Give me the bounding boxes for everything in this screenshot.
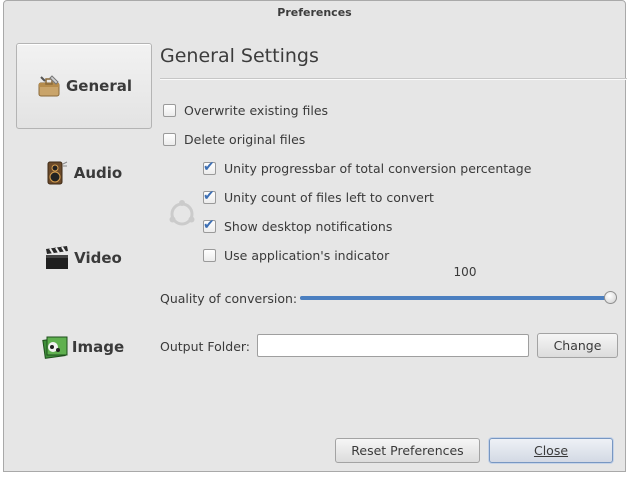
option-label: Unity progressbar of total conversion pe…	[224, 161, 532, 176]
option-label: Show desktop notifications	[224, 219, 393, 234]
quality-slider[interactable]	[300, 291, 617, 305]
sidebar-item-image[interactable]: Image	[16, 325, 150, 369]
checkbox[interactable]	[203, 249, 216, 262]
checkmark-icon: ✔	[203, 159, 215, 175]
option-desktop-notifications[interactable]: ✔ Show desktop notifications	[203, 217, 393, 234]
sidebar-item-label: Image	[71, 338, 125, 356]
preferences-window: Preferences General Audio Video Image Ge…	[3, 0, 627, 472]
picture-icon	[42, 334, 68, 360]
option-delete-original[interactable]: Delete original files	[163, 132, 305, 147]
option-app-indicator[interactable]: Use application's indicator	[203, 248, 389, 263]
option-label: Overwrite existing files	[184, 103, 329, 118]
checkbox[interactable]: ✔	[203, 159, 216, 175]
checkbox[interactable]	[163, 133, 176, 146]
heading-divider	[160, 78, 627, 80]
clapperboard-icon	[44, 245, 70, 271]
sidebar: General Audio Video Image	[16, 43, 152, 403]
checkmark-icon: ✔	[203, 217, 215, 233]
quality-value: 100	[453, 265, 477, 279]
option-label: Use application's indicator	[224, 248, 390, 263]
quality-label: Quality of conversion:	[160, 291, 298, 306]
sidebar-item-video[interactable]: Video	[16, 236, 150, 280]
slider-fill	[300, 296, 611, 300]
sidebar-item-general[interactable]: General	[16, 43, 152, 129]
checkbox[interactable]: ✔	[203, 188, 216, 204]
sidebar-item-label: Video	[74, 249, 122, 267]
output-folder-input[interactable]	[257, 334, 529, 357]
close-button[interactable]: Close	[489, 438, 613, 463]
checkbox[interactable]	[163, 104, 176, 117]
toolbox-icon	[36, 73, 62, 99]
sidebar-item-audio[interactable]: Audio	[16, 151, 150, 195]
reset-preferences-button[interactable]: Reset Preferences	[335, 438, 480, 463]
option-unity-count[interactable]: ✔ Unity count of files left to convert	[203, 188, 434, 205]
option-overwrite-existing[interactable]: Overwrite existing files	[163, 103, 328, 118]
close-button-label: Close	[533, 443, 569, 458]
sidebar-item-label: General	[66, 77, 132, 95]
window-title: Preferences	[277, 6, 352, 19]
speaker-icon	[44, 160, 70, 186]
option-unity-progressbar[interactable]: ✔ Unity progressbar of total conversion …	[203, 159, 532, 176]
checkbox[interactable]: ✔	[203, 217, 216, 233]
ubuntu-logo-icon	[167, 199, 197, 229]
change-button[interactable]: Change	[537, 333, 618, 358]
checkmark-icon: ✔	[203, 188, 215, 204]
option-label: Delete original files	[184, 132, 306, 147]
sidebar-item-label: Audio	[73, 164, 123, 182]
option-label: Unity count of files left to convert	[224, 190, 434, 205]
output-folder-label: Output Folder:	[160, 339, 251, 354]
slider-handle[interactable]	[604, 291, 617, 304]
page-title: General Settings	[160, 45, 319, 67]
